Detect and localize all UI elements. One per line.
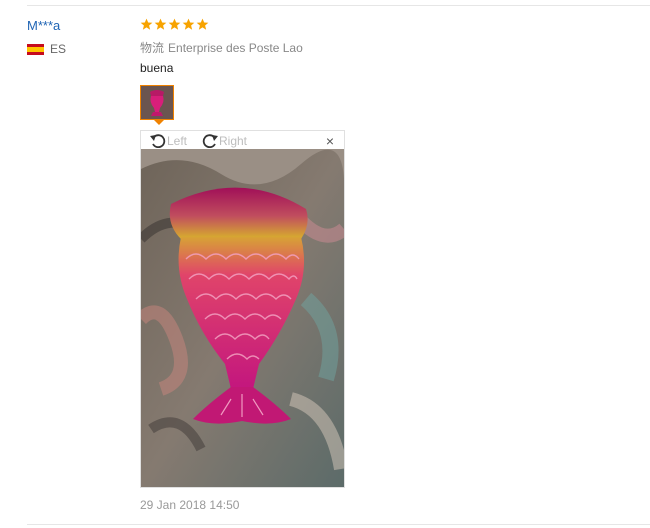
top-divider bbox=[27, 5, 650, 6]
reviewer-name[interactable]: M***a bbox=[27, 18, 60, 33]
star-rating bbox=[140, 18, 209, 31]
mermaid-brush-image bbox=[141, 149, 344, 487]
rotate-right-icon bbox=[202, 134, 218, 148]
rotate-left-label: Left bbox=[167, 133, 188, 148]
rotate-left-icon bbox=[150, 134, 166, 148]
rotate-right-button[interactable]: Right bbox=[201, 133, 247, 148]
close-icon[interactable]: × bbox=[326, 133, 334, 149]
thumbnail-pointer bbox=[154, 120, 164, 125]
logistics-info: 物流 Enterprise des Poste Lao bbox=[140, 39, 303, 56]
star-icon bbox=[168, 18, 181, 30]
review-photo-thumbnail[interactable] bbox=[140, 85, 174, 120]
review-date: 29 Jan 2018 14:50 bbox=[140, 498, 240, 512]
star-icon bbox=[140, 18, 153, 30]
rotate-left-button[interactable]: Left bbox=[149, 133, 187, 148]
country-code: ES bbox=[50, 42, 67, 56]
viewer-toolbar: Left Right × bbox=[141, 131, 344, 149]
spain-flag-icon bbox=[27, 43, 44, 55]
star-icon bbox=[196, 18, 209, 30]
reviewer-country: ES bbox=[27, 42, 66, 56]
review-text: buena bbox=[140, 61, 174, 75]
bottom-divider bbox=[27, 524, 650, 525]
rotate-right-label: Right bbox=[219, 133, 248, 148]
review-photo-large bbox=[141, 149, 344, 487]
logistics-value: Enterprise des Poste Lao bbox=[168, 41, 303, 55]
logistics-label: 物流 bbox=[140, 41, 165, 55]
star-icon bbox=[182, 18, 195, 30]
photo-viewer: Left Right × bbox=[140, 130, 345, 488]
thumbnail-image bbox=[141, 86, 173, 119]
star-icon bbox=[154, 18, 167, 30]
